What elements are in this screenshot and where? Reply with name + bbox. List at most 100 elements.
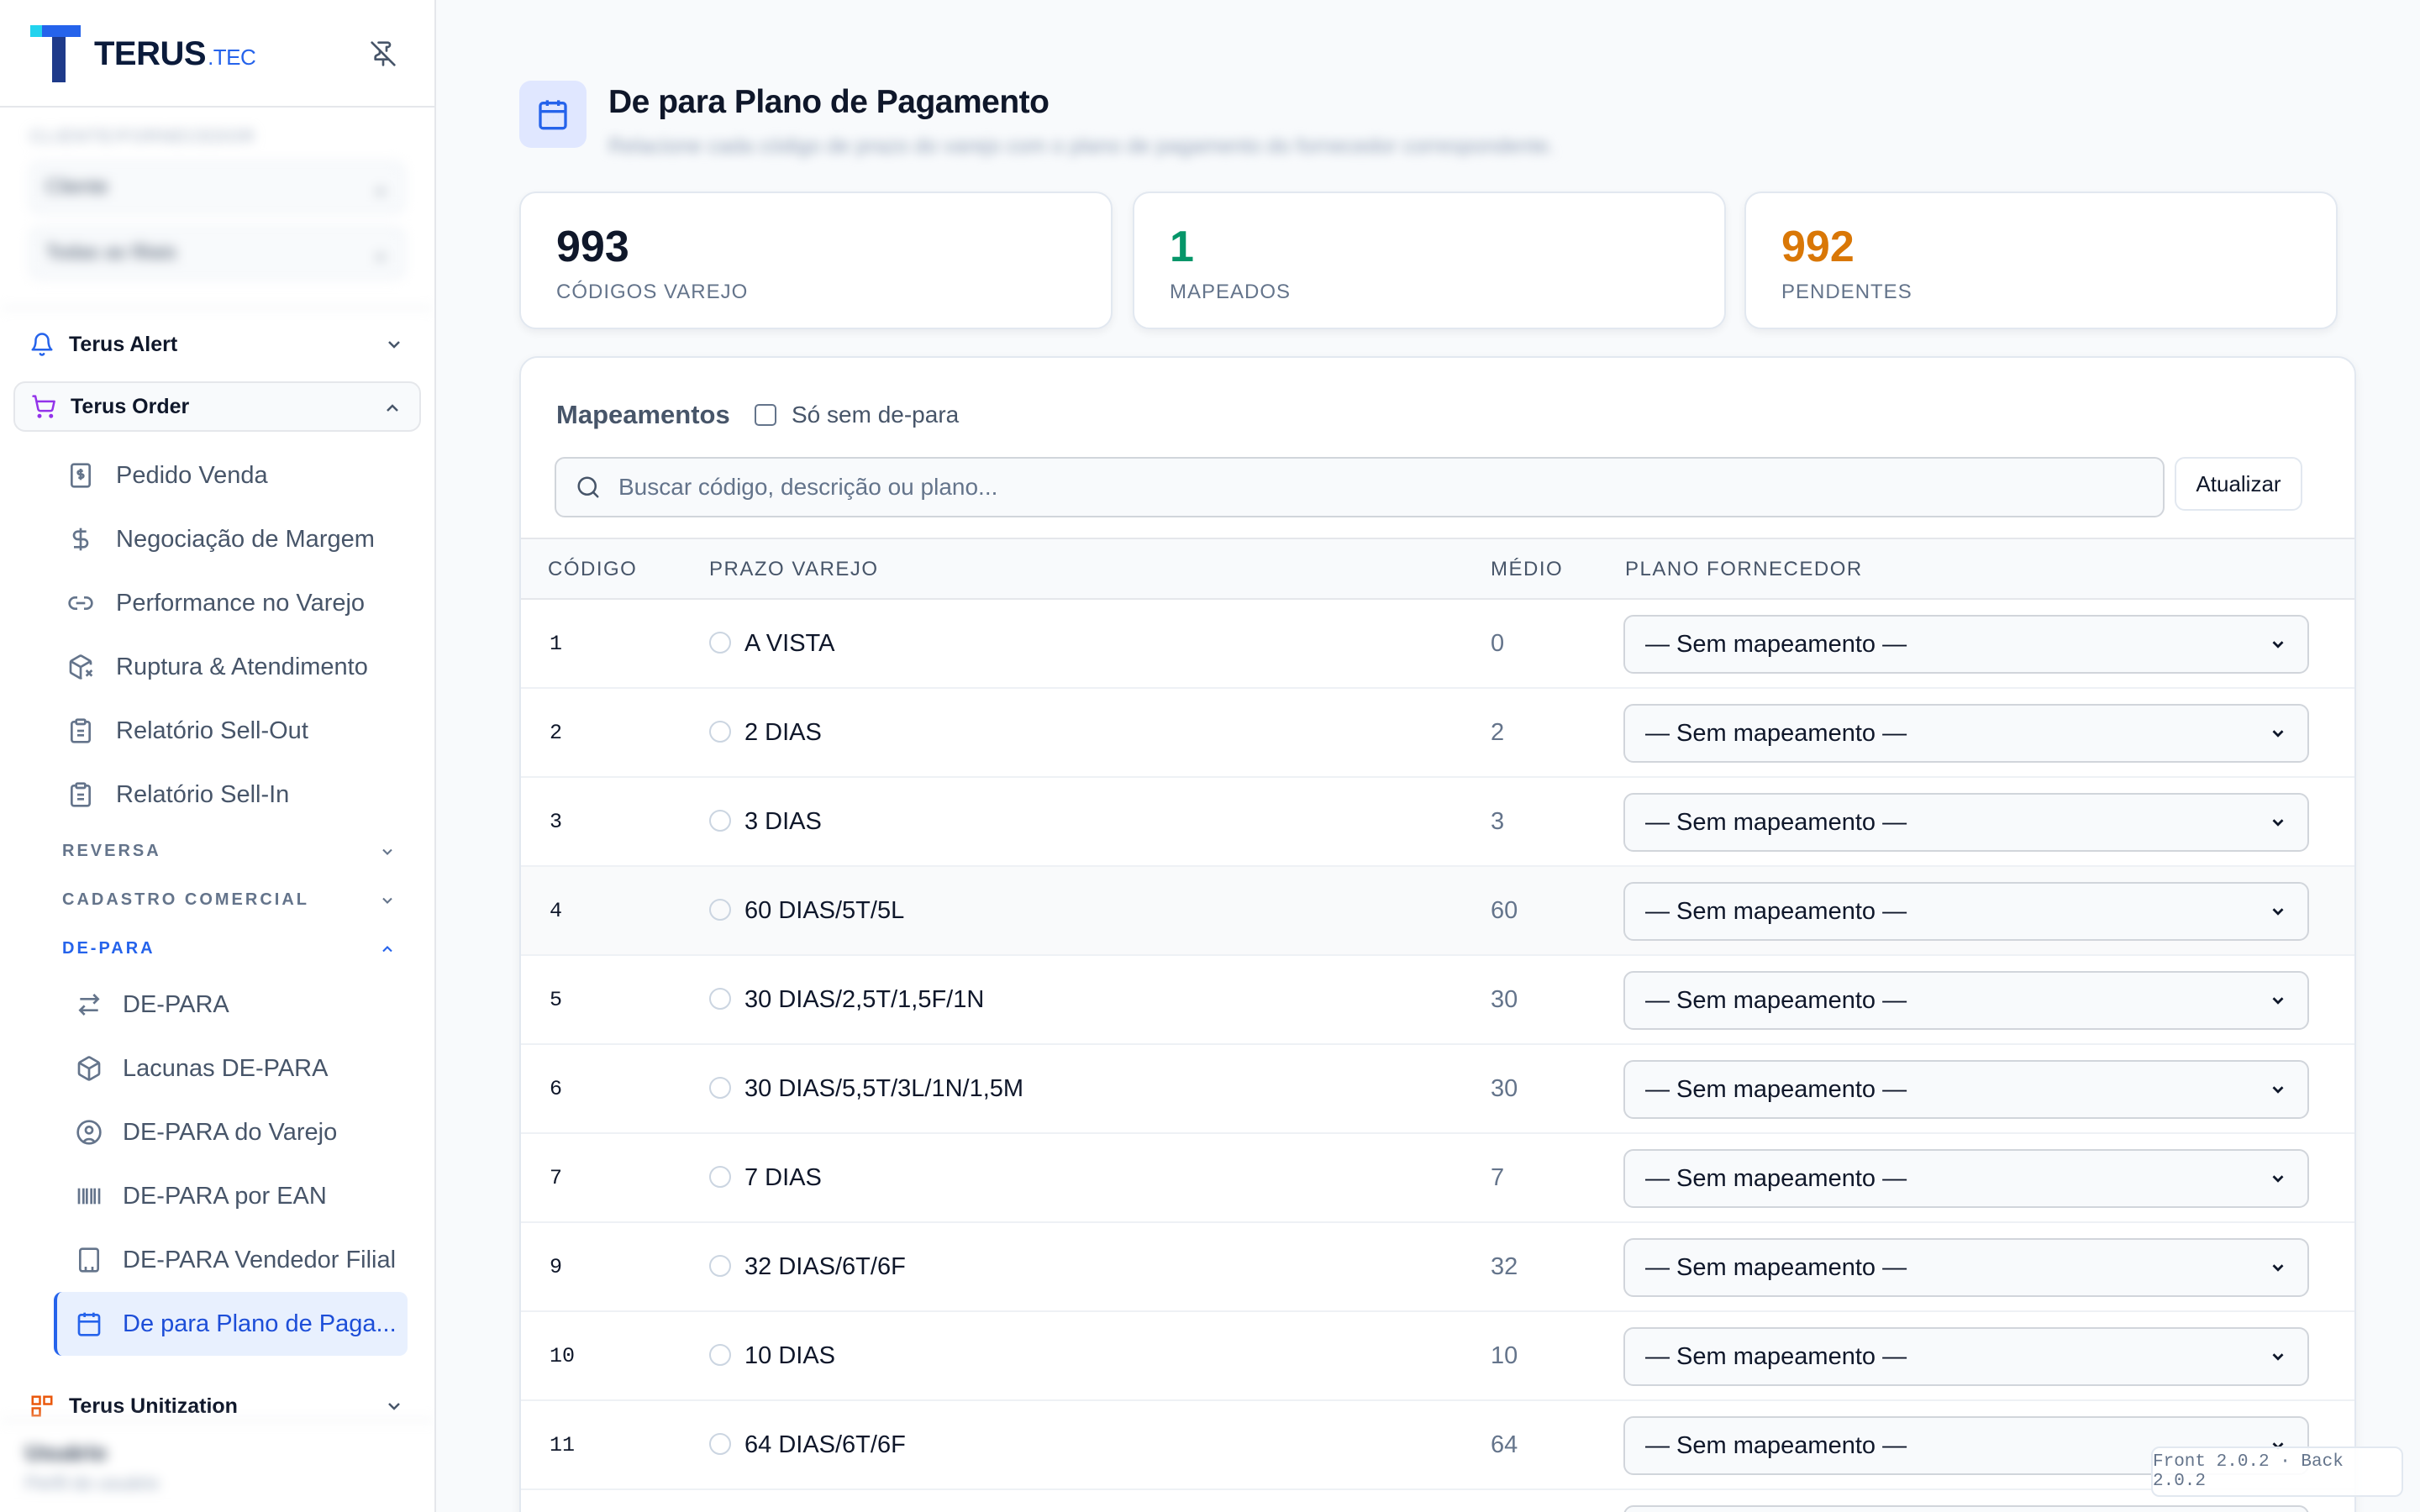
- cell-medio: 30: [1491, 986, 1518, 1013]
- nav-item-ruptura-atendimento[interactable]: Ruptura & Atendimento: [13, 635, 421, 699]
- chevron-down-icon: [2272, 908, 2284, 916]
- nav-group-label: Terus Order: [71, 394, 190, 418]
- cell-codigo: 7: [550, 1166, 563, 1190]
- chevron-down-icon: [2272, 819, 2284, 827]
- plano-fornecedor-select[interactable]: — Sem mapeamento —: [1623, 704, 2309, 763]
- nav-item-label: DE-PARA: [123, 990, 229, 1018]
- search-input[interactable]: [618, 474, 2131, 501]
- plano-fornecedor-select[interactable]: — Sem mapeamento —: [1623, 1238, 2309, 1297]
- chevron-up-icon: [387, 404, 398, 412]
- chevron-down-icon: [388, 1403, 400, 1410]
- nav-item-relatorio-sell-out[interactable]: Relatório Sell-Out: [13, 699, 421, 763]
- nav-item-label: Pedido Venda: [116, 461, 268, 489]
- chevron-down-icon: ⌄: [371, 241, 389, 265]
- plano-fornecedor-select[interactable]: — Sem mapeamento —: [1623, 793, 2309, 852]
- sidebar: TERUS.TEC CLIENTE/FORNECEDOR Cliente ⌄ To…: [0, 0, 436, 1512]
- page-header-icon: [519, 81, 587, 148]
- link-icon: [68, 596, 93, 610]
- cell-medio: 60: [1491, 897, 1518, 924]
- plano-fornecedor-select[interactable]: — Sem mapeamento —: [1623, 1327, 2309, 1386]
- row-status-radio[interactable]: [709, 1255, 731, 1277]
- client-value: Cliente: [45, 176, 108, 198]
- shopping-cart-icon: [30, 393, 57, 420]
- table-row: 11 64 DIAS/6T/6F 64 — Sem mapeamento —: [521, 1401, 2354, 1490]
- nav-item-de-para-vendedor-filial[interactable]: DE-PARA Vendedor Filial: [13, 1228, 421, 1292]
- user-role: Perfil do usuário: [25, 1473, 159, 1494]
- cell-codigo: 3: [550, 810, 563, 834]
- nav-item-de-para-ean[interactable]: DE-PARA por EAN: [13, 1164, 421, 1228]
- user-name: Usuário: [25, 1440, 107, 1465]
- only-missing-checkbox[interactable]: [755, 404, 776, 426]
- search-box: [555, 457, 2165, 517]
- table-row: 3 3 DIAS 3 — Sem mapeamento —: [521, 778, 2354, 867]
- nav-section-reversa[interactable]: REVERSA: [13, 827, 421, 875]
- mappings-card: Mapeamentos Só sem de-para Atualizar CÓD…: [519, 356, 2356, 1512]
- row-status-radio[interactable]: [709, 899, 731, 921]
- stat-card-pendentes: 992 PENDENTES: [1744, 192, 2338, 329]
- nav-item-lacunas-de-para[interactable]: Lacunas DE-PARA: [13, 1037, 421, 1100]
- row-status-radio[interactable]: [709, 721, 731, 743]
- nav-group-terus-alert[interactable]: Terus Alert: [13, 319, 421, 370]
- barcode-icon: [77, 1188, 101, 1205]
- client-select[interactable]: Cliente ⌄: [30, 162, 404, 213]
- row-status-radio[interactable]: [709, 1344, 731, 1366]
- nav-item-label: Negociação de Margem: [116, 525, 375, 553]
- nav-item-label: Relatório Sell-In: [116, 780, 290, 808]
- nav-item-de-para[interactable]: DE-PARA: [13, 973, 421, 1037]
- nav-item-de-para-plano-pagamento[interactable]: De para Plano de Paga...: [54, 1292, 408, 1356]
- cell-codigo: 11: [550, 1433, 576, 1457]
- stat-card-codigos-varejo: 993 CÓDIGOS VAREJO: [519, 192, 1113, 329]
- plano-fornecedor-select[interactable]: — Sem mapeamento —: [1623, 971, 2309, 1030]
- plano-fornecedor-select[interactable]: — Sem mapeamento —: [1623, 882, 2309, 941]
- mappings-title: Mapeamentos: [556, 400, 730, 429]
- table-row: 6 30 DIAS/5,5T/3L/1N/1,5M 30 — Sem mapea…: [521, 1045, 2354, 1134]
- nav-item-negociacao-margem[interactable]: Negociação de Margem: [13, 507, 421, 571]
- nav-item-relatorio-sell-in[interactable]: Relatório Sell-In: [13, 763, 421, 827]
- chevron-down-icon: ⌄: [371, 176, 389, 199]
- package-icon: [77, 1056, 101, 1081]
- plano-fornecedor-select[interactable]: — Sem mapeamento —: [1623, 1149, 2309, 1208]
- nav-item-performance-varejo[interactable]: Performance no Varejo: [13, 571, 421, 635]
- unpin-sidebar-button[interactable]: [366, 37, 400, 71]
- col-header-medio: MÉDIO: [1491, 558, 1564, 580]
- row-status-radio[interactable]: [709, 632, 731, 654]
- user-profile[interactable]: Usuário Perfil do usuário: [0, 1420, 434, 1512]
- nav-item-de-para-varejo[interactable]: DE-PARA do Varejo: [13, 1100, 421, 1164]
- cell-codigo: 4: [550, 899, 563, 923]
- nav-group-terus-order[interactable]: Terus Order: [13, 381, 421, 432]
- row-status-radio[interactable]: [709, 1166, 731, 1188]
- chevron-down-icon: [382, 848, 392, 855]
- arrows-left-right-icon: [78, 994, 100, 1016]
- brand-suffix: .TEC: [208, 45, 256, 70]
- plano-fornecedor-select[interactable]: [1623, 1505, 2309, 1512]
- cell-medio: 30: [1491, 1075, 1518, 1102]
- nav-section-de-para[interactable]: DE-PARA: [13, 924, 421, 973]
- row-status-radio[interactable]: [709, 810, 731, 832]
- row-status-radio[interactable]: [709, 1077, 731, 1099]
- select-value: — Sem mapeamento —: [1645, 1075, 1907, 1103]
- branch-select[interactable]: Todas as filiais ⌄: [30, 228, 404, 278]
- row-status-radio[interactable]: [709, 1433, 731, 1455]
- cell-medio: 3: [1491, 808, 1505, 835]
- nav-section-cadastro-comercial[interactable]: CADASTRO COMERCIAL: [13, 875, 421, 924]
- plano-fornecedor-select[interactable]: — Sem mapeamento —: [1623, 615, 2309, 674]
- stat-label: MAPEADOS: [1170, 281, 1292, 303]
- filters-label: CLIENTE/FORNECEDOR: [30, 128, 256, 146]
- section-label: DE-PARA: [62, 938, 155, 958]
- cell-medio: 2: [1491, 719, 1505, 746]
- refresh-button[interactable]: Atualizar: [2175, 457, 2302, 511]
- chevron-down-icon: [2272, 1086, 2284, 1094]
- nav-item-pedido-venda[interactable]: Pedido Venda: [13, 444, 421, 507]
- cell-medio: 64: [1491, 1431, 1518, 1458]
- chevron-down-icon: [2272, 641, 2284, 648]
- select-value: — Sem mapeamento —: [1645, 719, 1907, 747]
- chevron-down-icon: [2272, 1175, 2284, 1183]
- plano-fornecedor-select[interactable]: — Sem mapeamento —: [1623, 1060, 2309, 1119]
- nav-item-label: De para Plano de Paga...: [123, 1310, 397, 1337]
- only-missing-filter[interactable]: Só sem de-para: [755, 402, 959, 428]
- table-row: 7 7 DIAS 7 — Sem mapeamento —: [521, 1134, 2354, 1223]
- table-row: 2 2 DIAS 2 — Sem mapeamento —: [521, 689, 2354, 778]
- row-status-radio[interactable]: [709, 988, 731, 1010]
- page-title: De para Plano de Pagamento: [608, 84, 1050, 120]
- sidebar-nav: Terus Alert Terus Order Pedido Venda Neg…: [0, 309, 434, 1431]
